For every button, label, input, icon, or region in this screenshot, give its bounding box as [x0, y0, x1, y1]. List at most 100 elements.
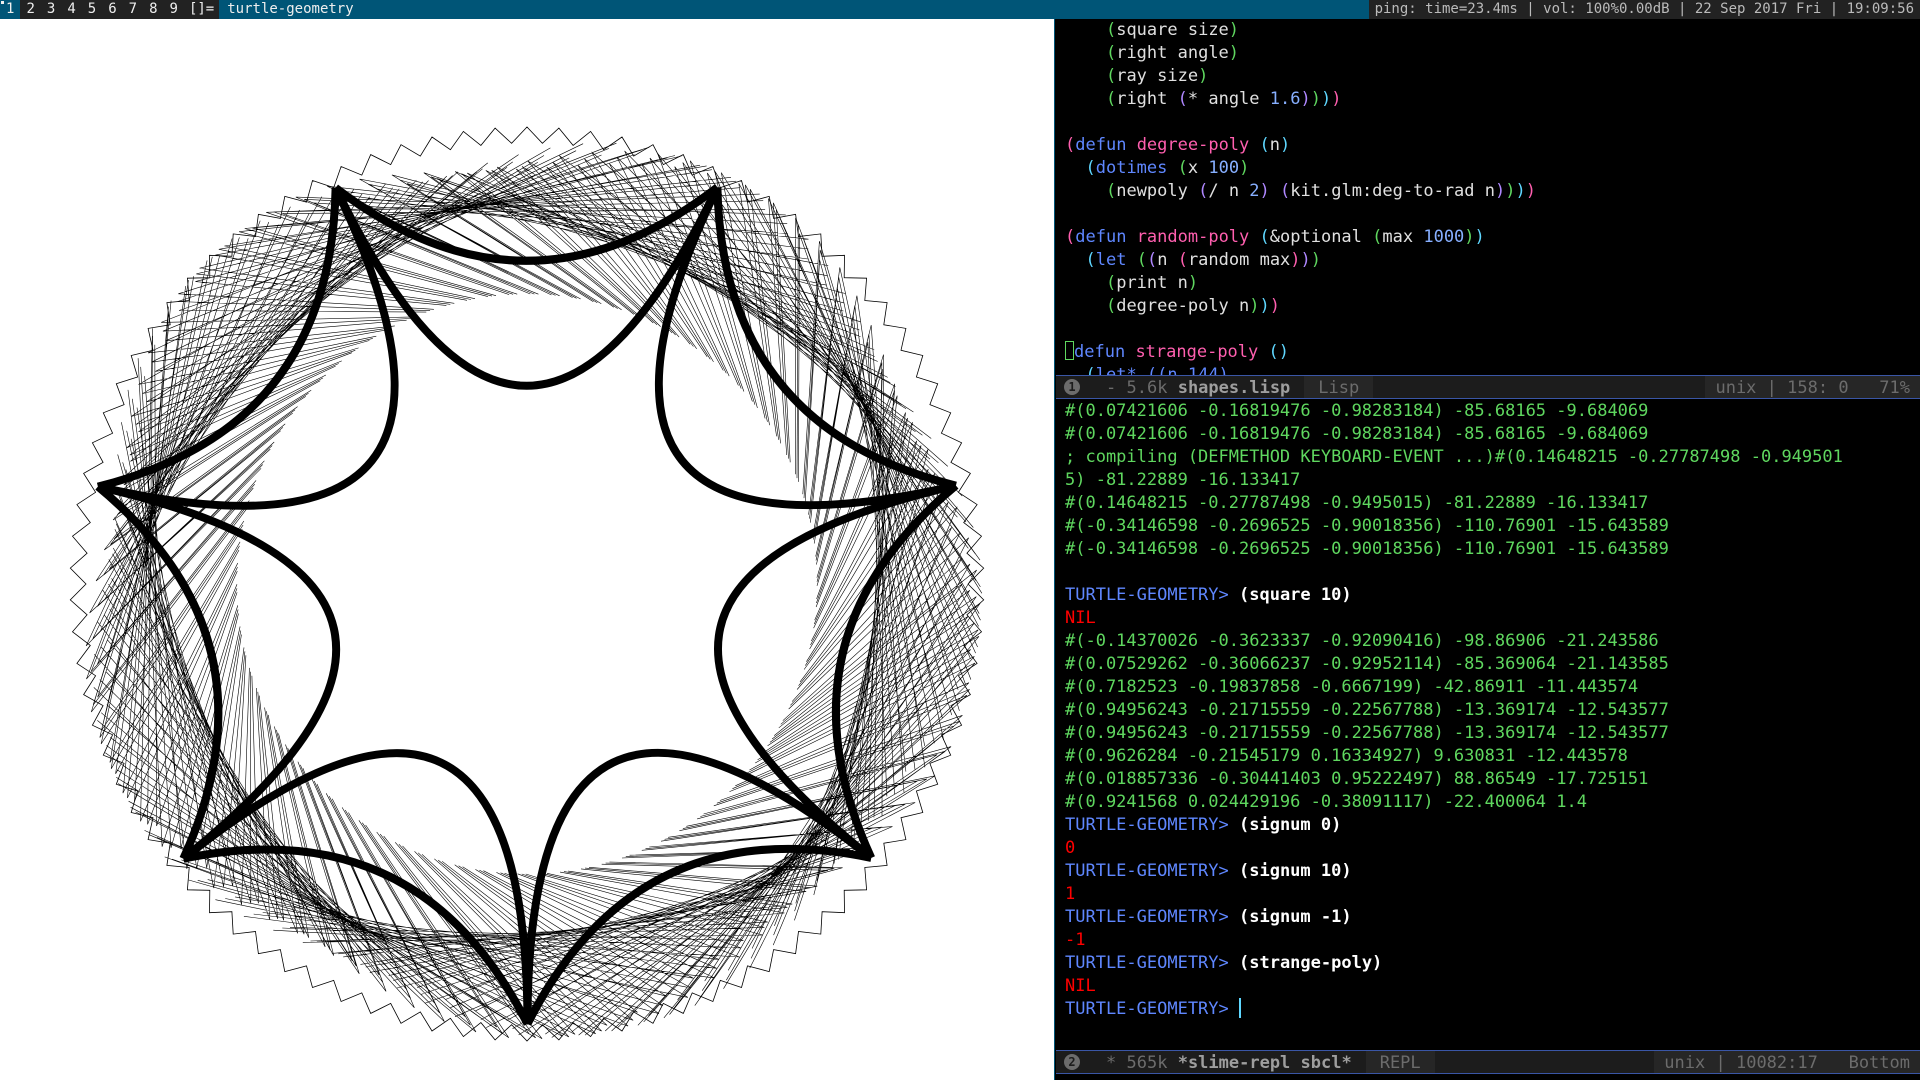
token-p3: ) — [1228, 20, 1240, 40]
token-p3: ( — [1105, 43, 1117, 63]
layout-indicator[interactable]: []= — [183, 0, 220, 19]
token-cmd: (signum -1) — [1239, 907, 1352, 927]
token-res: 0 — [1065, 838, 1076, 858]
minibuffer[interactable] — [1056, 1074, 1920, 1080]
token-out: #(0.94956243 -0.21715559 -0.22567788) -1… — [1065, 723, 1669, 743]
slime-repl-pane[interactable]: #(0.07421606 -0.16819476 -0.98283184) -8… — [1056, 400, 1920, 1050]
cursor-position: 10082:17 — [1735, 1053, 1818, 1073]
repl-line: #(0.94956243 -0.21715559 -0.22567788) -1… — [1056, 699, 1920, 722]
token-p1: ) — [1269, 296, 1281, 316]
workspace-tag-5[interactable]: 5 — [81, 0, 103, 19]
token-p1: ( — [1177, 250, 1188, 270]
editor-cursor — [1065, 341, 1074, 360]
token-txt: right angle — [1116, 43, 1229, 63]
workspace-tag-2[interactable]: 2 — [20, 0, 41, 19]
encoding: unix — [1715, 378, 1757, 398]
buffer-info: - 5.6k shapes.lisp — [1088, 376, 1304, 398]
repl-line: #(0.9241568 0.024429196 -0.38091117) -22… — [1056, 791, 1920, 814]
workspace-tag-7[interactable]: 7 — [122, 0, 144, 19]
code-line: (square size) — [1056, 19, 1920, 42]
token-out: ; compiling (DEFMETHOD KEYBOARD-EVENT ..… — [1065, 447, 1843, 467]
repl-line: NIL — [1056, 975, 1920, 998]
token-prompt: TURTLE-GEOMETRY> — [1065, 953, 1239, 973]
token-p2: ( — [1085, 365, 1096, 375]
code-line: (defun degree-poly (n) — [1056, 134, 1920, 157]
workspace-tag-4[interactable]: 4 — [61, 0, 82, 19]
repl-line: TURTLE-GEOMETRY> (signum 10) — [1056, 860, 1920, 883]
token-out: #(0.07421606 -0.16819476 -0.98283184) -8… — [1065, 401, 1649, 421]
token-p2: ( — [1259, 227, 1270, 247]
token-txt: random max — [1187, 250, 1291, 270]
token-cmd: (strange-poly) — [1239, 953, 1383, 973]
token-out: #(0.14648215 -0.27787498 -0.9495015) -81… — [1065, 493, 1649, 513]
token-fn: degree-poly — [1136, 135, 1250, 155]
token-txt: / n — [1208, 181, 1250, 201]
token-txt: right — [1116, 89, 1178, 109]
buffer-size: 565k — [1126, 1053, 1168, 1073]
buffer-info: * 565k *slime-repl sbcl* — [1088, 1051, 1366, 1073]
token-txt: print n — [1116, 273, 1188, 293]
workspace-tag-8[interactable]: 8 — [143, 0, 164, 19]
workspace-tag-9[interactable]: 9 — [163, 0, 184, 19]
token-p3: ( — [1105, 66, 1117, 86]
workspace-tags: 123456789 — [0, 0, 184, 19]
token-kw: let — [1095, 250, 1127, 270]
workspace-tag-6[interactable]: 6 — [102, 0, 123, 19]
token-p3: ( — [1105, 20, 1117, 40]
repl-input-cursor[interactable] — [1239, 998, 1241, 1018]
token-cmd: (signum 0) — [1239, 815, 1342, 835]
code-line: (dotimes (x 100) — [1056, 157, 1920, 180]
token-p3: ( — [1372, 227, 1383, 247]
token-p2: () — [1268, 342, 1289, 362]
token-p3: ) — [1249, 296, 1260, 316]
token-out: #(0.9626284 -0.21545179 0.16334927) 9.63… — [1065, 746, 1628, 766]
token-p3: ) — [1187, 273, 1199, 293]
code-line: (ray size) — [1056, 65, 1920, 88]
token-p1: ( — [1065, 227, 1076, 247]
repl-line: #(0.07529262 -0.36066237 -0.92952114) -8… — [1056, 653, 1920, 676]
token-p2: ) — [1515, 181, 1526, 201]
mode-line-spacer — [1373, 376, 1705, 398]
repl-line: #(-0.34146598 -0.2696525 -0.90018356) -1… — [1056, 538, 1920, 561]
repl-line: #(-0.14370026 -0.3623337 -0.92090416) -9… — [1056, 630, 1920, 653]
workspace-tag-3[interactable]: 3 — [40, 0, 62, 19]
token-p3: ( — [1177, 158, 1188, 178]
token-p4: ) — [1300, 89, 1311, 109]
turtle-drawing-window[interactable] — [0, 19, 1055, 1080]
token-p4: ) — [1495, 181, 1506, 201]
token-prompt: TURTLE-GEOMETRY> — [1065, 907, 1239, 927]
code-line: (let* ((n 144) — [1056, 364, 1920, 375]
token-res: -1 — [1065, 930, 1086, 950]
token-out: #(-0.14370026 -0.3623337 -0.92090416) -9… — [1065, 631, 1659, 651]
cursor-position: 158: 0 — [1787, 378, 1849, 398]
encoding: unix — [1664, 1053, 1706, 1073]
token-p4: ( — [1198, 181, 1209, 201]
token-p3: ) — [1505, 181, 1516, 201]
token-out: 5) -81.22889 -16.133417 — [1065, 470, 1301, 490]
token-txt: newpoly — [1116, 181, 1199, 201]
window-number-badge: 2 — [1064, 1054, 1080, 1070]
token-res: NIL — [1065, 608, 1096, 628]
workspace-tag-1[interactable]: 1 — [0, 0, 21, 19]
token-txt: ray size — [1116, 66, 1199, 86]
token-p4: ) — [1259, 181, 1270, 201]
token-p1: ( — [1065, 135, 1076, 155]
token-p2: ) — [1474, 227, 1485, 247]
code-line: (let ((n (random max))) — [1056, 249, 1920, 272]
token-p4: ) — [1300, 250, 1311, 270]
repl-line — [1056, 561, 1920, 584]
mode-line-spacer — [1435, 1051, 1655, 1073]
code-line: defun strange-poly () — [1056, 341, 1920, 364]
token-fn: strange-poly — [1135, 342, 1259, 362]
token-cmd: (square 10) — [1239, 585, 1352, 605]
token-res: NIL — [1065, 976, 1096, 996]
token-num: 1000 — [1423, 227, 1465, 247]
code-editor-pane[interactable]: (square size) (right angle) (ray size) (… — [1056, 19, 1920, 375]
token-prompt: TURTLE-GEOMETRY> — [1065, 815, 1239, 835]
